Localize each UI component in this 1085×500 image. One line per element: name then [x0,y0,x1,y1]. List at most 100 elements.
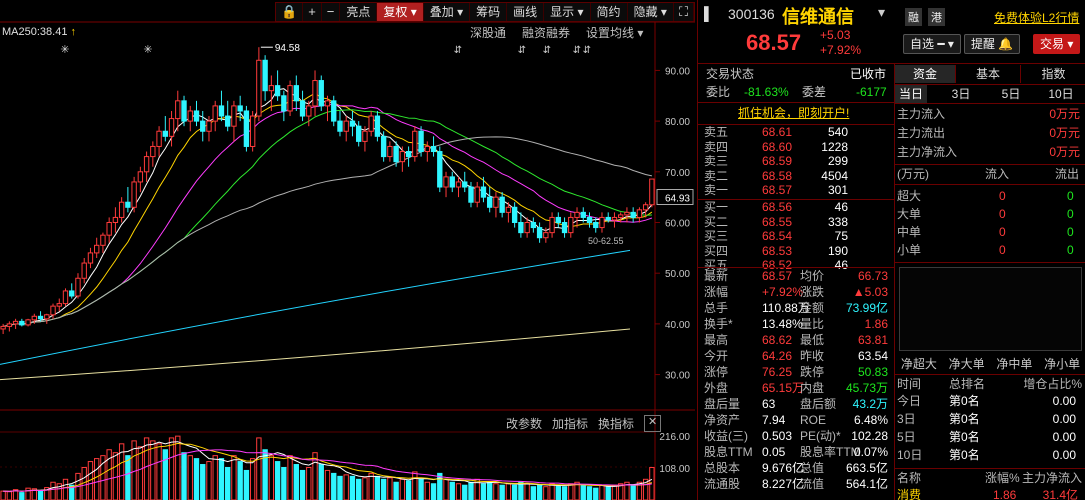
menu-icon[interactable]: ▌ [704,6,713,21]
candle-body [618,214,624,218]
candle-body [237,105,243,112]
stat-label: 外盘 [704,381,729,395]
ma-line [3,88,653,327]
stat-value: 9.676亿 [762,461,805,475]
flow-value: 0万元 [1049,145,1080,159]
sector-name-header: 名称 [897,471,922,485]
zoom-in-icon[interactable]: + [303,3,322,21]
ma250-line [0,328,631,381]
volume-bar [555,484,561,500]
price-tick-label: 30.00 [665,371,690,382]
stat-row: 流通股 8.227亿 流值 564.1亿 [704,476,894,492]
candle-body [649,178,655,206]
set-ma-dropdown[interactable]: 设置均线 ▾ [586,24,643,41]
price-tick-label: 40.00 [665,320,690,331]
candle-body [462,181,468,188]
volume-bar [605,486,611,500]
volume-tick-label: 216.00 [659,432,690,443]
volume-bar [362,477,368,500]
expand-icon[interactable]: ⛶ [674,3,695,21]
volume-bar [611,484,618,500]
volume-bar [568,483,574,500]
caret-down-icon[interactable]: ▾ [878,4,885,21]
order-ratio-label: 委比 [706,85,731,99]
candle-body [162,130,168,137]
stat-value: 68.57 [762,269,793,283]
candle-body [449,176,455,188]
tab-5d[interactable]: 5日 [995,85,1027,103]
flow-table-row: 小单 0 0 [897,241,1084,259]
sector-table: 名称 涨幅% 主力净流入 消费 1.86 31.4亿 [895,469,1085,500]
candle-body [530,222,537,229]
tab-index[interactable]: 指数 [1020,65,1085,83]
ma-long-line [0,249,631,365]
candle-body [368,115,374,132]
candle-body [362,130,368,142]
stat-row: 涨停 76.25 跌停 50.83 [704,364,894,380]
zoom-out-icon[interactable]: − [322,3,341,21]
stat-label: 涨跌 [800,285,825,299]
volume-bar [25,487,31,500]
hk-connect-button[interactable]: 深股通 [470,24,506,41]
stat-row: 最新 68.57 均价 66.73 [704,268,894,284]
candle-body [599,216,605,229]
kline-chart-area[interactable]: 90.00 80.00 70.00 60.00 50.00 40.00 30.00 64.93… [0,0,696,500]
alert-button[interactable]: 提醒 🔔 [964,34,1021,54]
rank-pct: 0.00 [1052,394,1076,408]
volume-bar [162,449,168,500]
margin-button[interactable]: 融资融券 [522,24,570,41]
tab-today[interactable]: 当日 [895,85,927,103]
in-value: 0 [999,225,1006,239]
toolbar-overlay-dropdown[interactable]: 叠加 ▾ [424,3,471,21]
toolbar-display-dropdown[interactable]: 显示 ▾ [544,3,591,21]
candle-body [318,80,324,107]
edit-params-button[interactable]: 改参数 [506,415,542,432]
stat-value: 73.99亿 [845,301,888,315]
stat-label: 最低 [800,333,825,347]
stat-label: ROE [800,413,827,427]
tab-10d[interactable]: 10日 [1045,85,1077,103]
candle-body [412,130,418,158]
toolbar-chips[interactable]: 筹码 [470,3,508,21]
hk-tag: 港 [928,8,945,26]
candle-body [268,85,275,92]
rank-header: 时间 总排名 增仓占比% [897,375,1084,393]
candle-body [299,100,306,117]
high-annotation-label: 94.58 [275,43,300,54]
volume-bar [168,437,175,500]
toolbar-simple[interactable]: 简约 [591,3,628,21]
lock-icon[interactable]: 🔒 [276,3,304,21]
sector-pct: 1.86 [993,488,1017,500]
stat-label: 均价 [800,269,825,283]
open-account-ad[interactable]: 抓住机会，即刻开户! [738,105,849,121]
rank-row: 5日 第0名 0.00 [897,428,1084,446]
tab-funds[interactable]: 资金 [895,65,955,83]
tab-3d[interactable]: 3日 [945,85,977,103]
toolbar-hide-dropdown[interactable]: 隐藏 ▾ [628,3,674,21]
promo-link[interactable]: 免费体验L2行情 [994,9,1079,26]
main-flow-summary: 主力流入 0万元 主力流出 0万元 主力净流入 0万元 [895,105,1085,163]
trade-button[interactable]: 交易 ▾ [1033,34,1081,54]
candle-body [580,211,586,218]
change-indicator-button[interactable]: 换指标 [598,415,634,432]
flow-value: 0万元 [1049,126,1080,140]
candle-body [349,120,356,127]
candle-body [287,85,293,112]
volume-bar [356,478,362,500]
candle-body [200,120,206,132]
candle-body [518,222,524,234]
add-indicator-button[interactable]: 加指标 [552,415,588,432]
sell-row[interactable]: 卖一 68.57 301 [704,182,894,198]
candle-body [249,115,256,147]
flow-label: 主力流入 [897,107,946,121]
candle-body [218,105,225,117]
toolbar-adjust-dropdown[interactable]: 复权 ▾ [377,3,424,21]
volume-bar [399,478,406,500]
watchlist-button[interactable]: 自选 ━ ▾ [903,34,961,54]
toolbar-draw[interactable]: 画线 [507,3,545,21]
stock-code: 300136 [728,6,775,22]
toolbar-highlight[interactable]: 亮点 [340,3,378,21]
tab-basic[interactable]: 基本 [955,65,1020,83]
sector-row[interactable]: 消费 1.86 31.4亿 [897,486,1084,500]
close-icon[interactable]: ✕ [644,415,662,432]
